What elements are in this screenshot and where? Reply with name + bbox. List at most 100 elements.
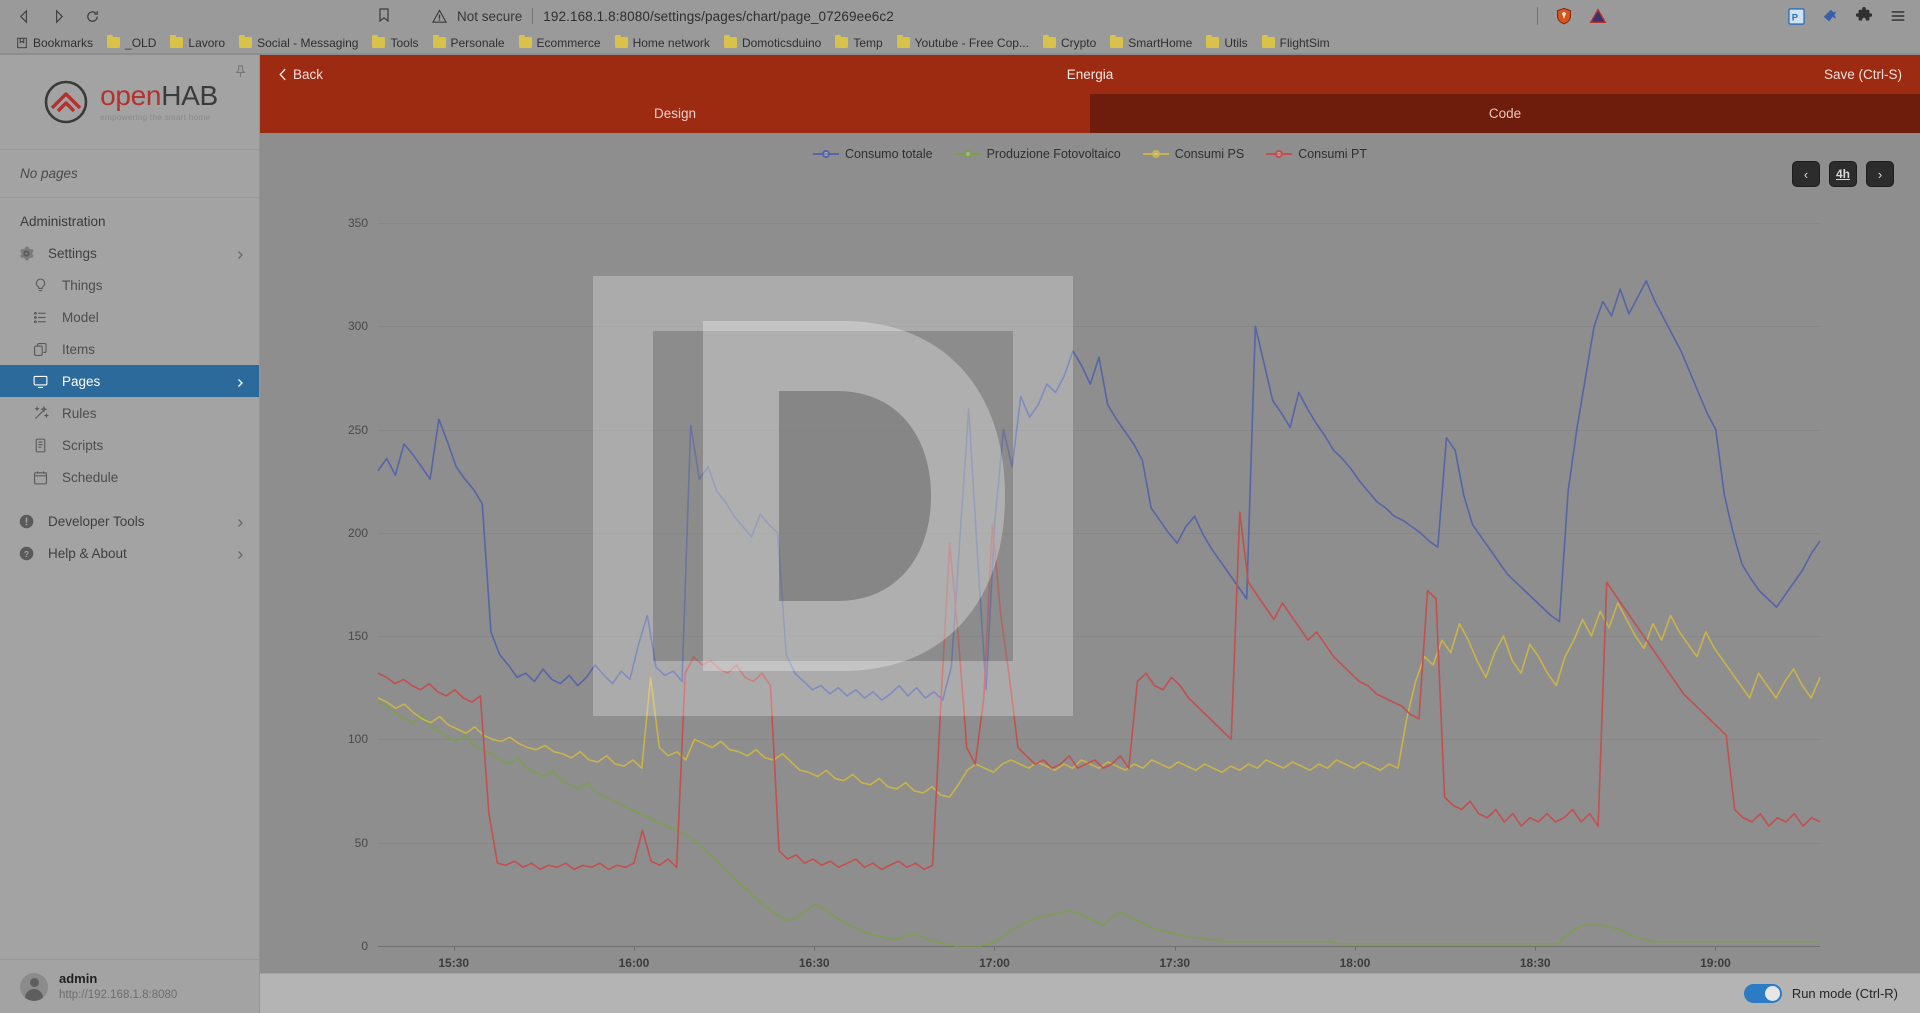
sidebar-item-developer-tools[interactable]: Developer Tools: [0, 505, 259, 537]
sidebar-nav: Settings Things Model Items Pages Rules Script…: [0, 237, 259, 569]
svg-text:?: ?: [24, 549, 29, 559]
chart-line-consumo-totale: [378, 281, 1820, 700]
forward-icon[interactable]: [44, 2, 72, 30]
chevron-right-icon: [235, 548, 245, 559]
bookmark-item[interactable]: Tools: [366, 34, 424, 52]
bookmark-manager-entry[interactable]: Bookmarks: [10, 34, 99, 52]
not-secure-warning-icon[interactable]: [431, 8, 448, 24]
user-name: admin: [59, 970, 98, 986]
copy-icon: [32, 341, 49, 358]
chevron-right-icon: [235, 516, 245, 527]
magic-wand-icon: [32, 405, 50, 422]
no-pages-label: No pages: [0, 150, 259, 198]
user-bar[interactable]: admin http://192.168.1.8:8080: [0, 959, 260, 1013]
profile-icon[interactable]: P: [1786, 6, 1806, 26]
folder-icon: [614, 34, 628, 48]
logo-hab-text: HAB: [161, 80, 218, 112]
sidebar-item-items[interactable]: Items: [0, 333, 259, 365]
sidebar-item-schedule[interactable]: Schedule: [0, 461, 259, 493]
app-logo[interactable]: openHAB empowering the smart home: [0, 55, 259, 150]
tab-design[interactable]: Design: [260, 94, 1090, 133]
run-mode-label: Run mode (Ctrl-R): [1791, 986, 1898, 1001]
bookmark-item[interactable]: SmartHome: [1104, 34, 1198, 52]
warning-triangle-icon[interactable]: [1588, 6, 1608, 26]
sidebar-item-help-about[interactable]: ? Help & About: [0, 537, 259, 569]
reload-icon[interactable]: [78, 2, 106, 30]
bookmark-manager-label: Bookmarks: [33, 35, 94, 50]
back-icon[interactable]: [10, 2, 38, 30]
bookmark-item[interactable]: Lavoro: [164, 34, 231, 52]
bookmark-item[interactable]: Ecommerce: [513, 34, 607, 52]
sidebar-item-label: Settings: [48, 245, 97, 261]
bookmark-icon[interactable]: [376, 7, 394, 25]
sidebar-item-model[interactable]: Model: [0, 301, 259, 333]
monitor-icon: [32, 373, 49, 390]
legend-item[interactable]: Consumo totale: [813, 147, 933, 161]
sidebar-item-label: Schedule: [62, 469, 119, 485]
folder-icon: [372, 34, 386, 48]
administration-section-title: Administration: [20, 214, 106, 229]
save-button[interactable]: Save (Ctrl-S): [1824, 67, 1902, 82]
legend-marker-icon: [813, 148, 840, 160]
run-mode-toggle[interactable]: [1743, 984, 1782, 1003]
folder-icon: [432, 34, 446, 48]
chrome-menu-icon[interactable]: [1888, 6, 1908, 26]
url-text[interactable]: 192.168.1.8:8080/settings/pages/chart/pa…: [543, 9, 894, 24]
sidebar-item-scripts[interactable]: Scripts: [0, 429, 259, 461]
chart-plot[interactable]: 0 50 100 150 200 250 300 350 15:30 16:00 16:30 17:…: [260, 173, 1920, 1013]
bookmark-item[interactable]: Domoticsduino: [718, 34, 827, 52]
info-icon: [18, 513, 35, 530]
bookmark-label: Tools: [390, 35, 419, 50]
legend-item[interactable]: Consumi PS: [1142, 147, 1245, 161]
extension-pin-icon[interactable]: [1820, 6, 1840, 26]
bookmarks-bar: Bookmarks _OLD Lavoro Social - Messaging To…: [0, 32, 1920, 54]
bookmark-item[interactable]: Social - Messaging: [233, 34, 364, 52]
time-prev-button[interactable]: ‹: [1792, 161, 1820, 187]
pin-sidebar-icon[interactable]: [234, 65, 247, 78]
bookmark-item[interactable]: Home network: [609, 34, 716, 52]
sidebar-item-settings[interactable]: Settings: [0, 237, 259, 269]
bookmark-label: Ecommerce: [536, 35, 601, 50]
folder-icon: [518, 34, 532, 48]
bookmark-label: Social - Messaging: [257, 35, 359, 50]
openhab-logo-icon: [41, 77, 91, 127]
chevron-left-icon: [279, 68, 286, 81]
sidebar-item-rules[interactable]: Rules: [0, 397, 259, 429]
omnibox[interactable]: Not secure 192.168.1.8:8080/settings/pag…: [376, 7, 1537, 25]
legend-item[interactable]: Consumi PT: [1266, 147, 1367, 161]
bookmark-item[interactable]: FlightSim: [1256, 34, 1336, 52]
bookmark-item[interactable]: Temp: [829, 34, 888, 52]
sidebar-item-label: Developer Tools: [48, 513, 145, 529]
extensions-puzzle-icon[interactable]: [1854, 6, 1874, 26]
bookmark-item[interactable]: Crypto: [1037, 34, 1102, 52]
legend-marker-icon: [954, 148, 981, 160]
bookmark-item[interactable]: Personale: [427, 34, 511, 52]
security-status-text: Not secure: [457, 8, 523, 24]
folder-icon: [239, 34, 253, 48]
bookmark-label: Utils: [1224, 35, 1248, 50]
chart-line-produzione-fotovoltaico: [378, 702, 1820, 946]
time-next-button[interactable]: ›: [1866, 161, 1894, 187]
back-button[interactable]: Back: [278, 67, 323, 82]
time-range-button[interactable]: 4h: [1829, 161, 1857, 187]
legend-label: Consumi PS: [1174, 147, 1245, 161]
chevron-right-icon: [235, 248, 245, 259]
sidebar-item-label: Pages: [62, 373, 101, 389]
sidebar: openHAB empowering the smart home No pag…: [0, 55, 260, 1013]
back-button-label: Back: [293, 67, 324, 82]
user-server-url: http://192.168.1.8:8080: [59, 988, 178, 1001]
folder-icon: [107, 34, 121, 48]
legend-item[interactable]: Produzione Fotovoltaico: [954, 147, 1121, 161]
bookmark-item[interactable]: Utils: [1200, 34, 1253, 52]
tab-label: Design: [653, 106, 697, 121]
bookmark-item[interactable]: Youtube - Free Cop...: [891, 34, 1035, 52]
gear-icon: [18, 245, 35, 262]
shield-icon[interactable]: [1554, 6, 1574, 26]
tab-code[interactable]: Code: [1090, 94, 1920, 133]
chart-area: Consumo totale Produzione Fotovoltaico Con…: [260, 133, 1920, 1013]
bookmark-item[interactable]: _OLD: [101, 34, 162, 52]
sidebar-item-things[interactable]: Things: [0, 269, 259, 301]
avatar: [20, 972, 48, 1001]
sidebar-item-pages[interactable]: Pages: [0, 365, 259, 397]
main-panel: Back Energia Save (Ctrl-S) Design Code Co…: [260, 55, 1920, 1013]
